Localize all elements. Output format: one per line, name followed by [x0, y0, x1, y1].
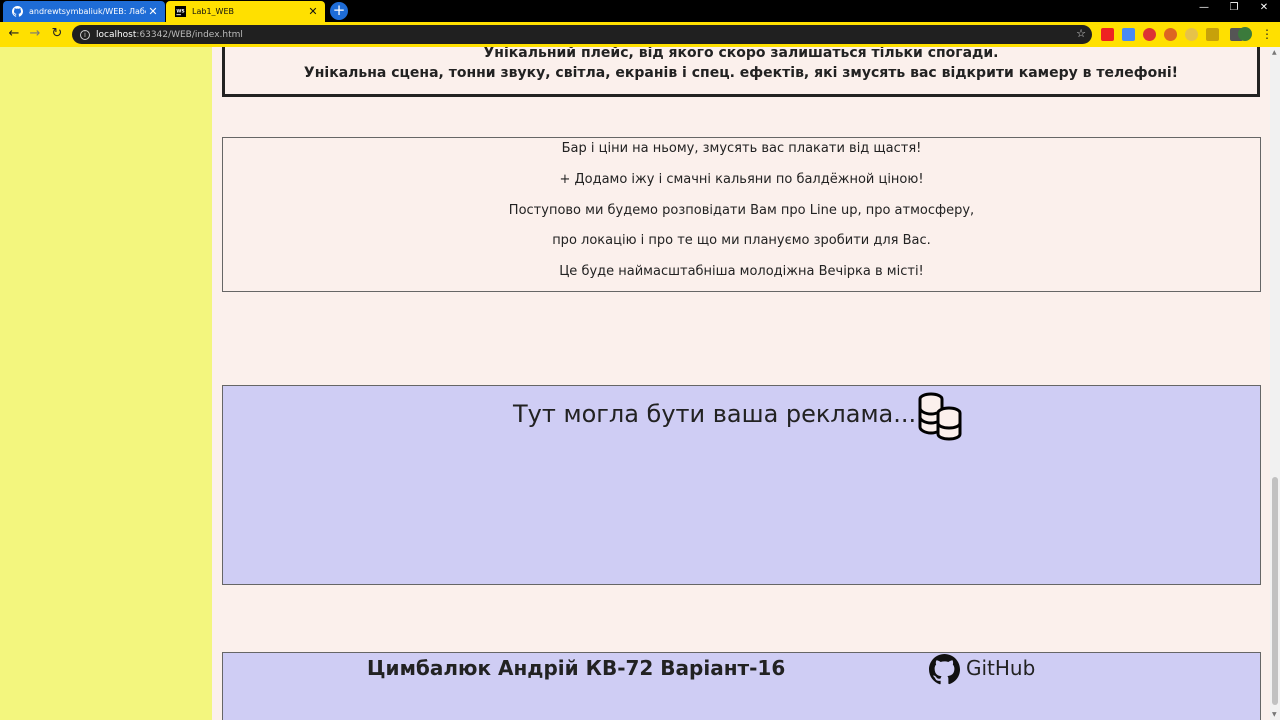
- extension-icon[interactable]: [1101, 28, 1114, 41]
- tab-lab1[interactable]: WS Lab1_WEB ✕: [166, 1, 325, 22]
- info-line: Бар і ціни на ньому, змусять вас плакати…: [561, 141, 922, 156]
- menu-icon[interactable]: ⋮: [1259, 26, 1275, 42]
- page-viewport: Унікальний плейс, від якого скоро залиша…: [0, 47, 1280, 720]
- minimize-button[interactable]: —: [1190, 2, 1218, 13]
- url-path: :63342/WEB/index.html: [136, 29, 243, 40]
- info-icon[interactable]: i: [80, 29, 90, 40]
- url-host: localhost: [96, 29, 137, 40]
- scroll-down-icon[interactable]: ▼: [1272, 711, 1277, 718]
- browser-toolbar: ← → ↻ i localhost :63342/WEB/index.html …: [0, 22, 1280, 47]
- svg-text:WS: WS: [176, 8, 184, 14]
- extension-icon[interactable]: [1206, 28, 1219, 41]
- webstorm-favicon-icon: WS: [174, 6, 186, 18]
- info-line: про локацію і про те що ми плануємо зроб…: [552, 233, 931, 248]
- translate-icon[interactable]: [1122, 28, 1135, 41]
- reload-icon[interactable]: ↻: [49, 26, 65, 42]
- scrollbar-thumb[interactable]: [1272, 477, 1278, 705]
- sidebar: [0, 47, 212, 720]
- tab-close-icon[interactable]: ✕: [146, 5, 160, 18]
- info-box: Бар і ціни на ньому, змусять вас плакати…: [222, 137, 1261, 292]
- close-window-button[interactable]: ✕: [1250, 2, 1278, 13]
- tab-close-icon[interactable]: ✕: [306, 5, 320, 18]
- avatar[interactable]: [1238, 27, 1252, 41]
- github-link[interactable]: GitHub: [966, 655, 1035, 681]
- info-line: Це буде наймасштабніша молодіжна Вечірка…: [559, 264, 924, 279]
- coins-icon: [918, 392, 962, 441]
- info-line: + Додамо іжу і смачні кальяни по балдёжн…: [559, 172, 924, 187]
- back-icon[interactable]: ←: [6, 26, 22, 42]
- shield-icon[interactable]: [1143, 28, 1156, 41]
- footer: Цимбалюк Андрій КВ-72 Варіант-16 GitHub: [222, 652, 1261, 720]
- scroll-up-icon[interactable]: ▲: [1272, 49, 1277, 56]
- intro-line-2: Унікальна сцена, тонни звуку, світла, ек…: [303, 65, 1179, 81]
- extension-icon[interactable]: [1164, 28, 1177, 41]
- new-tab-button[interactable]: +: [330, 2, 348, 20]
- extension-icon[interactable]: [1185, 28, 1198, 41]
- info-line: Поступово ми будемо розповідати Вам про …: [508, 203, 975, 218]
- tab-github[interactable]: andrewtsymbaliuk/WEB: Лабора ✕: [3, 1, 165, 22]
- tab-strip: andrewtsymbaliuk/WEB: Лабора ✕ WS Lab1_W…: [0, 0, 1280, 22]
- restore-button[interactable]: ❐: [1220, 2, 1248, 13]
- ad-title: Тут могла бути ваша реклама...: [513, 400, 917, 428]
- ad-box: Тут могла бути ваша реклама...: [222, 385, 1261, 585]
- intro-box: Унікальний плейс, від якого скоро залиша…: [222, 47, 1260, 97]
- intro-line-1: Унікальний плейс, від якого скоро залиша…: [483, 47, 999, 61]
- address-bar[interactable]: i localhost :63342/WEB/index.html ☆: [72, 25, 1092, 44]
- tab-title: Lab1_WEB: [192, 7, 234, 16]
- author-name: Цимбалюк Андрій КВ-72 Варіант-16: [367, 656, 786, 680]
- github-icon[interactable]: [929, 654, 960, 685]
- forward-icon[interactable]: →: [27, 26, 43, 42]
- tab-title: andrewtsymbaliuk/WEB: Лабора: [29, 7, 146, 16]
- bookmark-star-icon[interactable]: ☆: [1076, 27, 1086, 40]
- github-favicon-icon: [11, 6, 23, 18]
- scrollbar[interactable]: ▲ ▼: [1270, 47, 1280, 720]
